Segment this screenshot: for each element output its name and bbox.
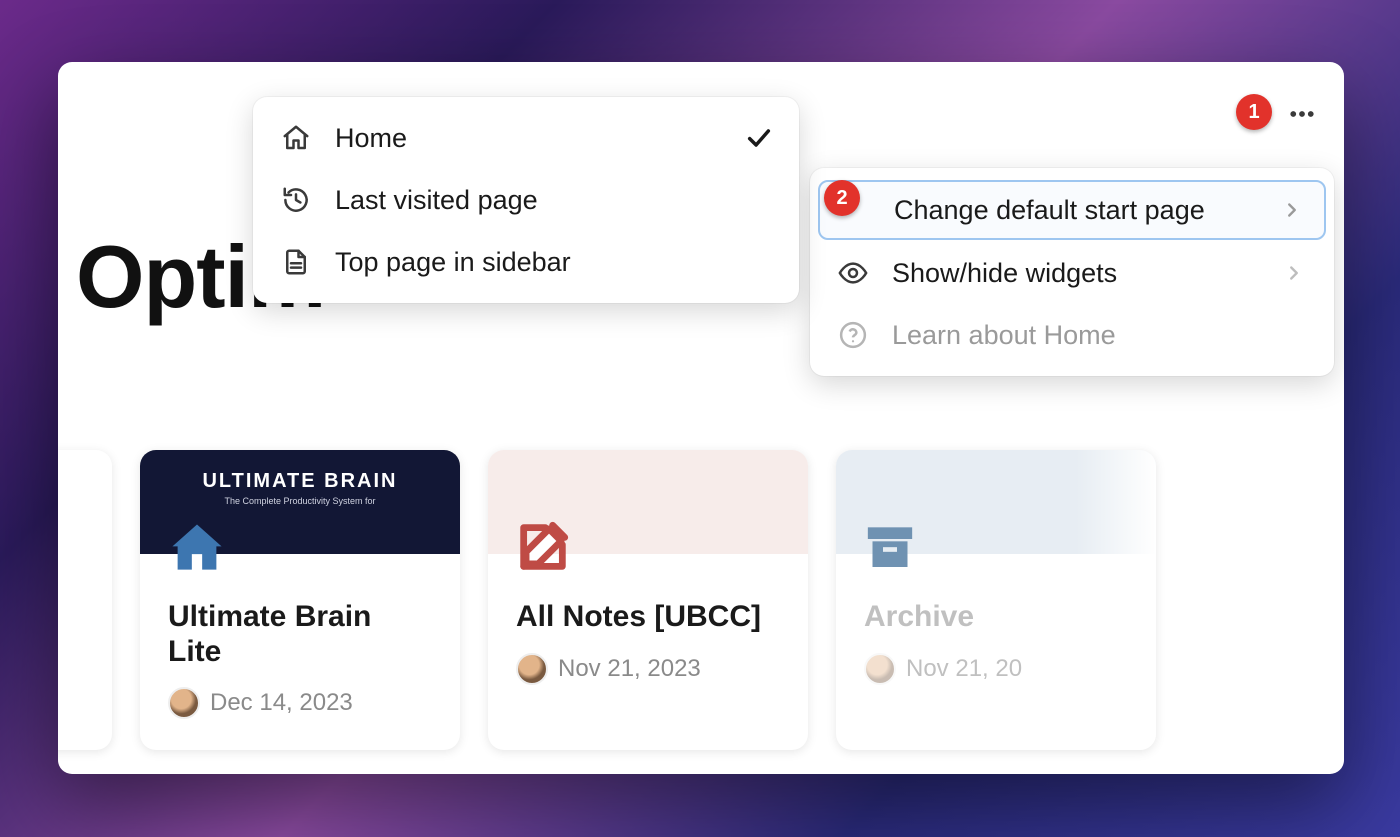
card-title: All Notes [UBCC] [516, 600, 780, 635]
menu-item-label: Home [335, 123, 745, 154]
help-icon [836, 318, 870, 352]
page-card-all-notes[interactable]: All Notes [UBCC] Nov 21, 2023 [488, 450, 808, 750]
page-card-ultimate-brain-lite[interactable]: ULTIMATE BRAIN The Complete Productivity… [140, 450, 460, 750]
archive-icon [862, 518, 924, 580]
overflow-menu: Change default start page Show/hide widg… [810, 168, 1334, 376]
home-icon [279, 121, 313, 155]
menu-show-hide-widgets[interactable]: Show/hide widgets [810, 242, 1334, 304]
more-options-button[interactable] [1280, 92, 1324, 136]
card-title: Ultimate Brain Lite [168, 600, 432, 669]
recent-pages-row: ULTIMATE BRAIN The Complete Productivity… [58, 450, 1156, 750]
app-window: Optim 1 Change default start page Show/h… [58, 62, 1344, 774]
menu-item-label: Last visited page [335, 185, 773, 216]
menu-learn-about-home[interactable]: Learn about Home [810, 304, 1334, 366]
annotation-badge-2: 2 [824, 180, 860, 216]
start-page-menu: Home Last visited page Top page in sideb… [253, 97, 799, 303]
cover-brand-subtext: The Complete Productivity System for [140, 496, 460, 506]
card-date: Nov 21, 2023 [558, 655, 701, 683]
menu-item-label: Top page in sidebar [335, 247, 773, 278]
fade-overlay [1076, 450, 1156, 750]
check-icon [745, 124, 773, 152]
ellipsis-icon [1287, 99, 1317, 129]
start-page-option-top-sidebar[interactable]: Top page in sidebar [253, 231, 799, 293]
start-page-option-last-visited[interactable]: Last visited page [253, 169, 799, 231]
cover-brand-text: ULTIMATE BRAIN [140, 470, 460, 493]
avatar [864, 653, 896, 685]
card-date: Nov 21, 20 [906, 655, 1022, 683]
start-page-option-home[interactable]: Home [253, 107, 799, 169]
menu-change-default-start-page[interactable]: Change default start page [818, 180, 1326, 240]
menu-item-label: Change default start page [894, 195, 1278, 226]
avatar [516, 653, 548, 685]
house-solid-icon [166, 518, 228, 580]
annotation-badge-1: 1 [1236, 94, 1272, 130]
menu-item-label: Show/hide widgets [892, 258, 1280, 289]
history-icon [279, 183, 313, 217]
card-stub-left [58, 450, 112, 750]
chevron-right-icon [1280, 259, 1308, 287]
card-date: Dec 14, 2023 [210, 689, 353, 717]
edit-icon [514, 518, 576, 580]
chevron-right-icon [1278, 196, 1306, 224]
eye-icon [836, 256, 870, 290]
menu-item-label: Learn about Home [892, 320, 1308, 351]
page-card-archive[interactable]: Archive Nov 21, 20 [836, 450, 1156, 750]
page-icon [279, 245, 313, 279]
avatar [168, 687, 200, 719]
